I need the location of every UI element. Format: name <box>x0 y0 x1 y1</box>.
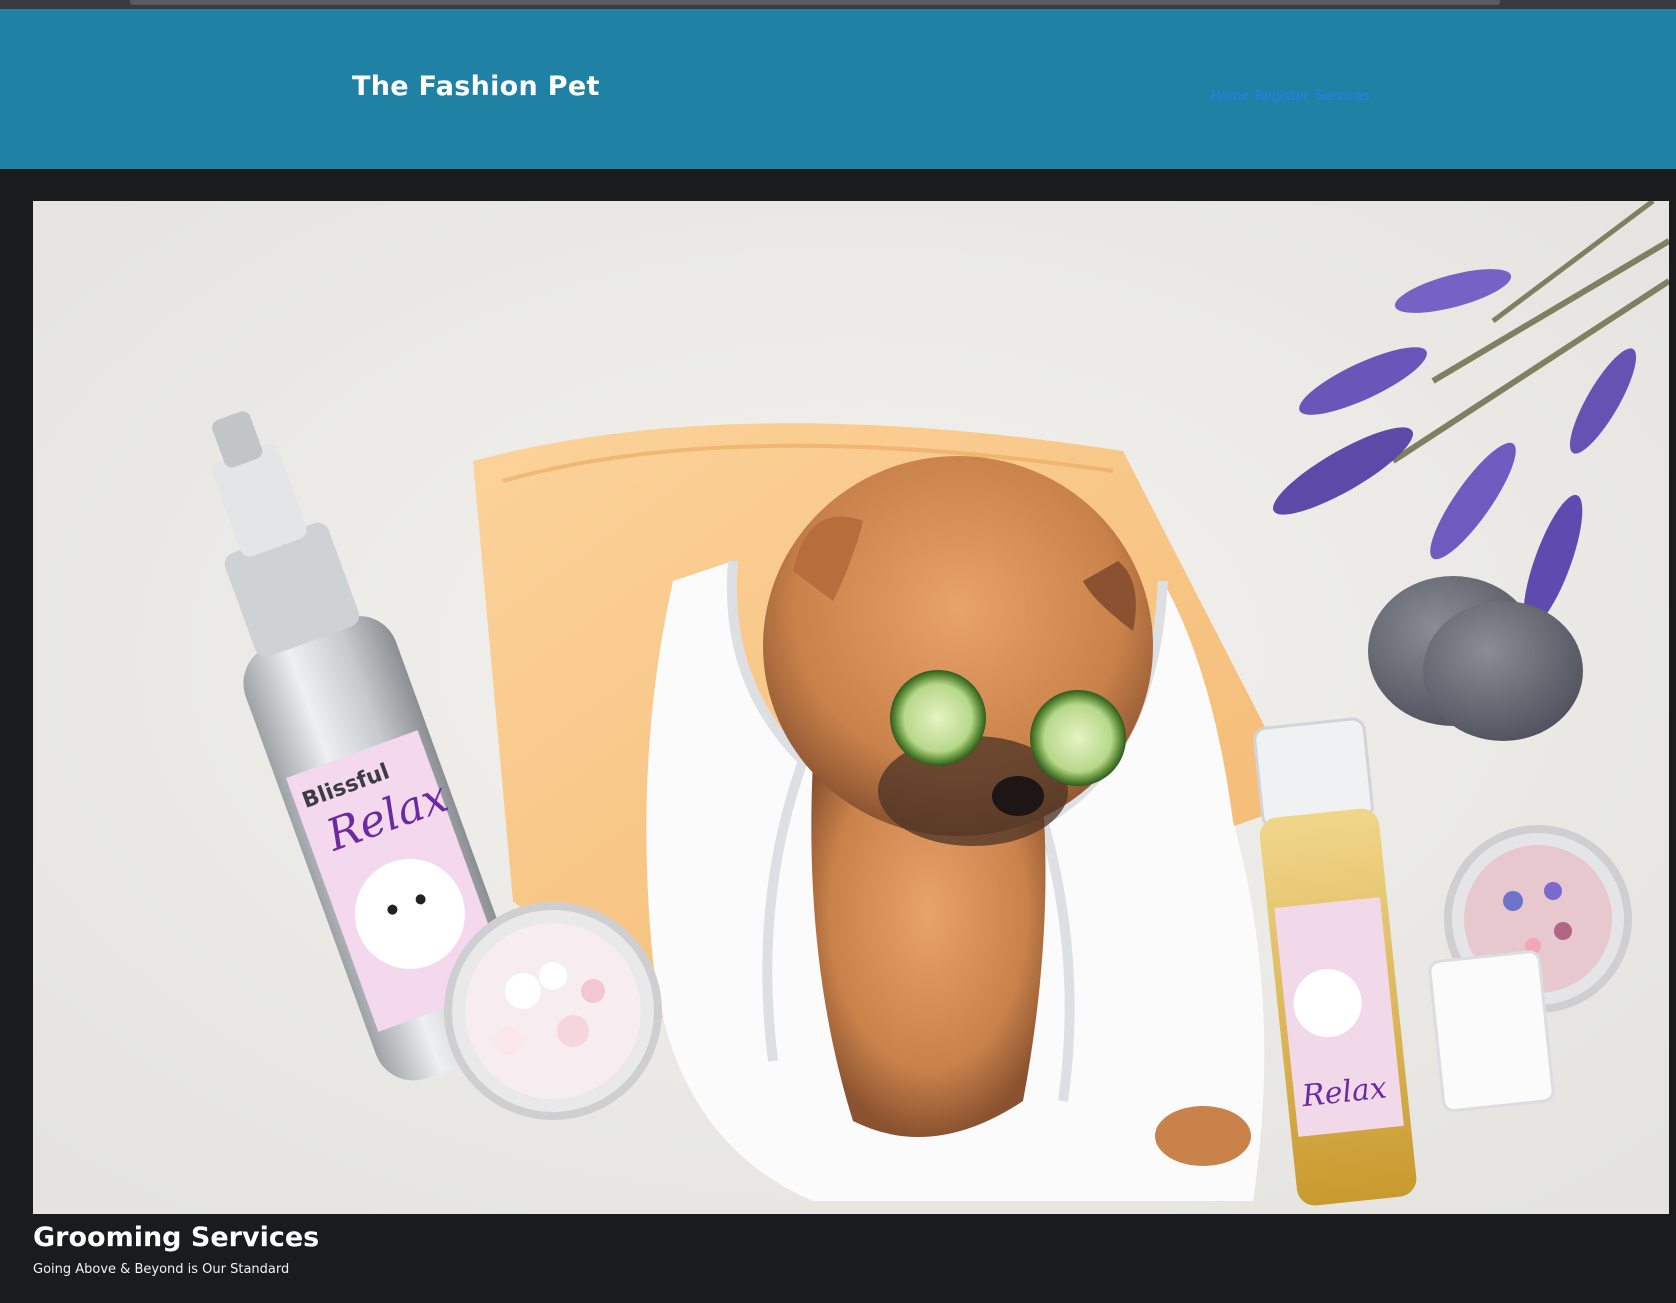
salt-jar-white <box>444 902 662 1120</box>
browser-top-strip <box>0 0 1676 9</box>
nav-link-home[interactable]: Home <box>1211 89 1249 104</box>
hero-illustration: Blissful Relax Relax <box>33 201 1669 1214</box>
site-header: The Fashion Pet Home Register Services <box>0 9 1676 169</box>
main-nav: Home Register Services <box>1211 89 1370 104</box>
browser-top-strip-inner <box>130 0 1500 5</box>
site-brand[interactable]: The Fashion Pet <box>352 71 600 102</box>
hero-image: Blissful Relax Relax <box>33 201 1669 1214</box>
nav-link-register[interactable]: Register <box>1255 89 1309 104</box>
nav-link-services[interactable]: Services <box>1315 89 1370 104</box>
section-title: Grooming Services <box>33 1222 320 1253</box>
section-subtitle: Going Above & Beyond is Our Standard <box>33 1262 290 1277</box>
